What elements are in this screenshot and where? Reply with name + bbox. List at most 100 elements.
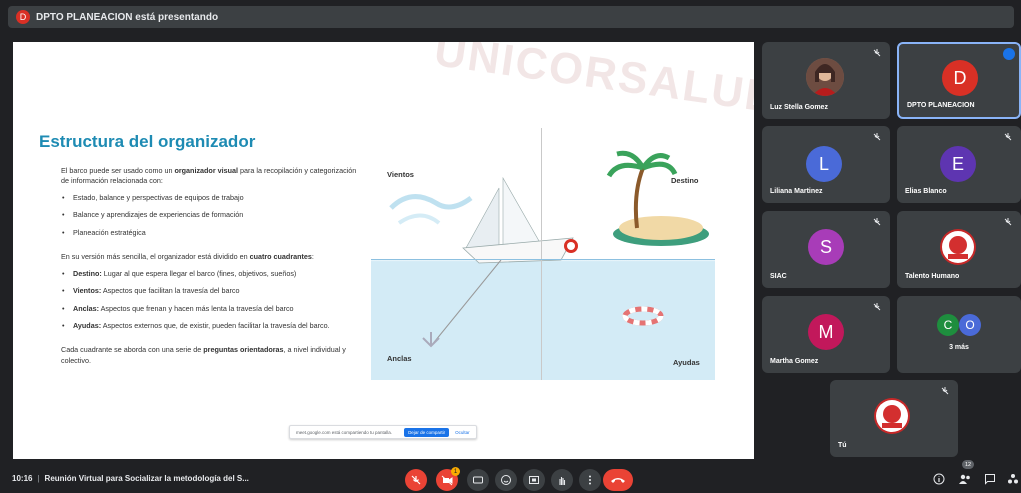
bullets-quadrants: Destino: Lugar al que espera llegar el b… bbox=[61, 269, 361, 332]
participant-name: Liliana Martinez bbox=[770, 188, 823, 195]
bullets-uses: Estado, balance y perspectivas de equipo… bbox=[61, 193, 361, 239]
waterline bbox=[371, 259, 715, 260]
list-item: Balance y aprendizajes de experiencias d… bbox=[61, 210, 361, 221]
participant-tile[interactable]: E Elias Blanco bbox=[897, 126, 1021, 203]
separator: | bbox=[37, 474, 40, 483]
quadrant-label-ayudas: Ayudas bbox=[673, 358, 700, 367]
hide-notice-button[interactable]: Ocultar bbox=[455, 430, 470, 435]
organization-logo-icon bbox=[876, 400, 908, 432]
avatar: O bbox=[959, 314, 981, 336]
term-desc: Lugar al que espera llegar el barco (fin… bbox=[101, 268, 297, 278]
camera-off-icon bbox=[441, 475, 453, 486]
participant-tile[interactable]: Luz Stella Gomez bbox=[762, 42, 890, 119]
list-item: Ayudas: Aspectos externos que, de existi… bbox=[61, 320, 361, 332]
avatar: C bbox=[937, 314, 959, 336]
participant-name: Luz Stella Gomez bbox=[770, 104, 828, 111]
para3-bold: preguntas orientadoras bbox=[203, 345, 284, 355]
mic-off-icon bbox=[873, 303, 881, 311]
presenter-banner-text: DPTO PLANEACION está presentando bbox=[36, 11, 219, 23]
captions-button[interactable] bbox=[467, 469, 489, 491]
notification-badge: 1 bbox=[451, 467, 460, 476]
quadrant-label-destino: Destino bbox=[671, 176, 699, 185]
avatar bbox=[874, 398, 910, 434]
info-icon bbox=[933, 473, 945, 485]
share-notice-text: meet.google.com está compartiendo tu pan… bbox=[296, 429, 393, 435]
emoji-button[interactable] bbox=[495, 469, 517, 491]
participant-name: DPTO PLANEACION bbox=[907, 102, 975, 109]
captions-icon bbox=[473, 476, 483, 484]
mic-off-icon bbox=[411, 475, 421, 485]
meeting-info: 10:16 | Reunión Virtual para Socializar la… bbox=[12, 474, 249, 483]
profile-photo-icon bbox=[806, 58, 844, 96]
boat-illustration bbox=[389, 150, 709, 348]
participant-tile[interactable]: S SIAC bbox=[762, 211, 890, 288]
para2-end: : bbox=[311, 252, 314, 262]
people-count-badge: 12 bbox=[962, 460, 974, 469]
raise-hand-button[interactable] bbox=[551, 469, 573, 491]
avatar bbox=[940, 229, 976, 265]
intro-bold: organizador visual bbox=[174, 166, 238, 175]
avatar: E bbox=[940, 146, 976, 182]
more-options-button[interactable] bbox=[579, 469, 601, 491]
intro-text: El barco puede ser usado como un bbox=[61, 166, 175, 175]
term-desc: Aspectos que frenan y hacen más lenta la… bbox=[98, 303, 294, 313]
participant-tile[interactable]: M Martha Gomez bbox=[762, 296, 890, 373]
activities-icon bbox=[1008, 474, 1018, 484]
list-item: Vientos: Aspectos que facilitan la trave… bbox=[61, 286, 361, 297]
para2-bold: cuatro cuadrantes bbox=[249, 252, 312, 262]
term-desc: Aspectos que facilitan la travesía del b… bbox=[101, 286, 240, 296]
avatar bbox=[806, 58, 844, 96]
mic-toggle-button[interactable] bbox=[405, 469, 427, 491]
presenter-banner: D DPTO PLANEACION está presentando bbox=[8, 6, 1014, 28]
quadrant-divider-vertical bbox=[541, 128, 542, 380]
present-icon bbox=[529, 476, 539, 484]
participant-name: SIAC bbox=[770, 273, 787, 280]
participant-name: Tú bbox=[838, 442, 847, 449]
slide-quadrants-intro: En su versión más sencilla, el organizad… bbox=[61, 252, 361, 262]
slide-body: El barco puede ser usado como un organiz… bbox=[61, 166, 361, 372]
participant-name: Martha Gomez bbox=[770, 358, 819, 365]
term-desc: Aspectos externos que, de existir, puede… bbox=[101, 320, 330, 330]
list-item: Destino: Lugar al que espera llegar el b… bbox=[61, 268, 361, 280]
bottom-control-bar: 10:16 | Reunión Virtual para Socializar la… bbox=[0, 465, 1021, 493]
top-bar: D DPTO PLANEACION está presentando bbox=[0, 0, 1021, 32]
participant-tile[interactable]: Talento Humano bbox=[897, 211, 1021, 288]
chat-icon bbox=[985, 474, 995, 485]
slide-closing: Cada cuadrante se aborda con una serie d… bbox=[61, 345, 361, 366]
raise-hand-icon bbox=[559, 477, 566, 485]
presenter-avatar: D bbox=[16, 10, 30, 24]
para3-text: Cada cuadrante se aborda con una serie d… bbox=[61, 345, 204, 355]
slide-title: Estructura del organizador bbox=[39, 132, 256, 151]
leave-call-button[interactable] bbox=[603, 469, 633, 491]
more-participants-tile[interactable]: C O 3 más bbox=[897, 296, 1021, 373]
chat-button[interactable] bbox=[983, 472, 997, 486]
meeting-details-button[interactable] bbox=[932, 472, 946, 486]
speaking-indicator-icon bbox=[1003, 48, 1015, 60]
participant-name: Talento Humano bbox=[905, 273, 960, 280]
participant-tile[interactable]: L Liliana Martinez bbox=[762, 126, 890, 203]
activities-button[interactable] bbox=[1006, 472, 1020, 486]
term: Destino: bbox=[73, 268, 102, 278]
people-icon bbox=[959, 474, 970, 484]
meeting-title: Reunión Virtual para Socializar la metod… bbox=[44, 474, 249, 483]
avatar: L bbox=[806, 146, 842, 182]
more-participants-label: 3 más bbox=[949, 344, 969, 351]
organization-logo-icon bbox=[942, 231, 974, 263]
slide-intro: El barco puede ser usado como un organiz… bbox=[61, 166, 361, 187]
hang-up-icon bbox=[611, 478, 625, 483]
quadrant-label-vientos: Vientos bbox=[387, 170, 414, 179]
more-icon bbox=[589, 475, 591, 485]
screen-share-notice: meet.google.com está compartiendo tu pan… bbox=[289, 425, 477, 439]
present-button[interactable] bbox=[523, 469, 545, 491]
term: Anclas: bbox=[73, 303, 99, 313]
stop-sharing-button[interactable]: Dejar de compartir bbox=[404, 427, 450, 437]
avatar: S bbox=[808, 229, 844, 265]
participant-tile[interactable]: D DPTO PLANEACION bbox=[897, 42, 1021, 119]
term: Ayudas: bbox=[73, 320, 102, 330]
quadrant-label-anclas: Anclas bbox=[387, 354, 412, 363]
people-button[interactable] bbox=[958, 472, 972, 486]
self-tile[interactable]: Tú bbox=[830, 380, 958, 457]
participant-name: Elias Blanco bbox=[905, 188, 947, 195]
mic-off-icon bbox=[873, 133, 881, 141]
list-item: Estado, balance y perspectivas de equipo… bbox=[61, 193, 361, 204]
